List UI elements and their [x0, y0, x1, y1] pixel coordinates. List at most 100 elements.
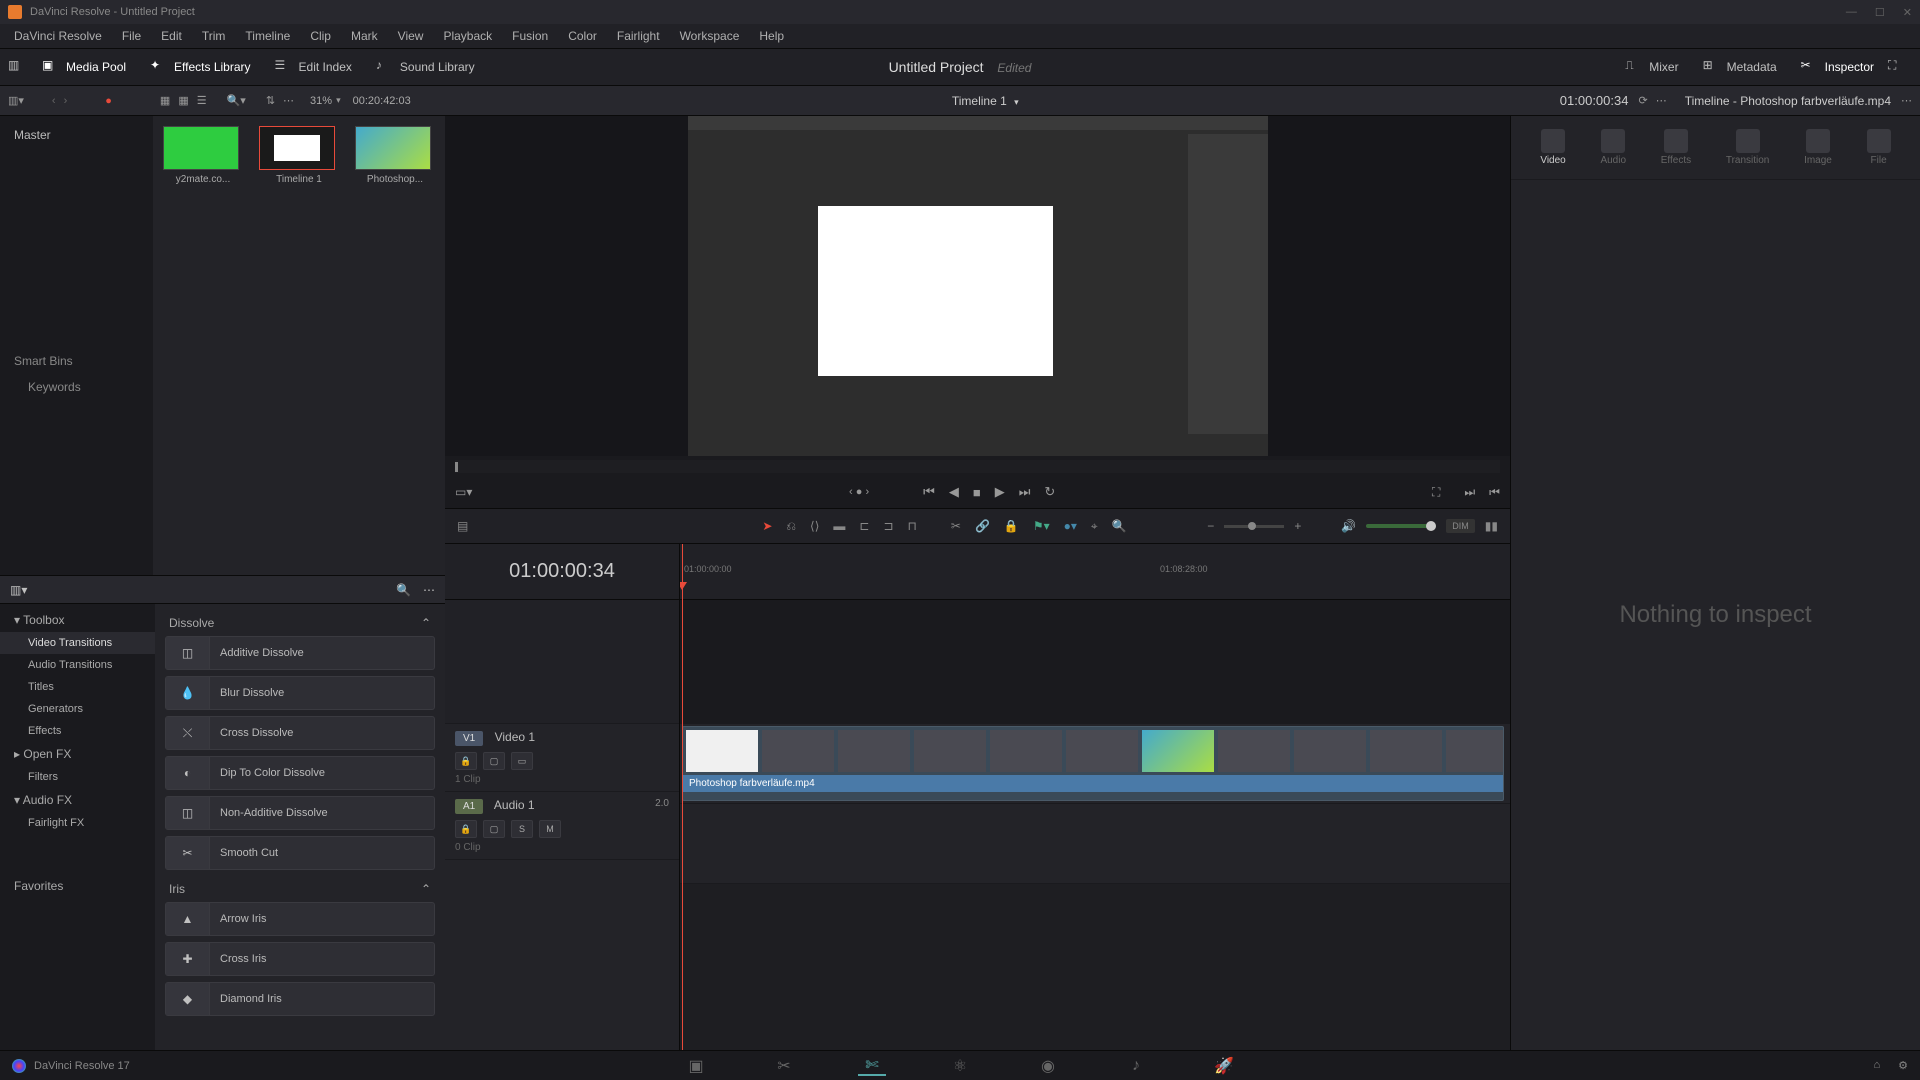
nav-fwd-icon[interactable]: › [64, 95, 68, 107]
fx-more-icon[interactable]: ⋯ [423, 583, 435, 597]
edit-index-button[interactable]: ☰ Edit Index [265, 54, 362, 80]
media-pool-button[interactable]: ▣ Media Pool [32, 54, 136, 80]
fx-item[interactable]: ⤬Cross Dissolve [165, 716, 435, 750]
viewer-scrubber[interactable] [455, 460, 1500, 473]
timeline-tracks[interactable]: 01:00:00:00 01:08:28:00 01:16:56:00 Phot… [680, 544, 1510, 1050]
lock-icon[interactable]: 🔒 [1004, 519, 1019, 533]
minimize-button[interactable]: — [1846, 6, 1857, 19]
snap-icon[interactable]: ⌖ [1091, 519, 1098, 534]
page-cut[interactable]: ✂ [770, 1056, 798, 1076]
dim-button[interactable]: DIM [1446, 519, 1475, 533]
home-button[interactable]: ⌂ [1873, 1059, 1880, 1072]
first-frame-button[interactable]: ⏮ [923, 484, 935, 500]
inspector-tab-video[interactable]: Video [1540, 129, 1565, 166]
bin-keywords[interactable]: Keywords [10, 374, 143, 400]
inspector-tab-audio[interactable]: Audio [1600, 129, 1626, 166]
playhead[interactable] [682, 544, 683, 1050]
next-edit-icon[interactable]: ⏭ [1464, 485, 1475, 500]
menu-workspace[interactable]: Workspace [670, 29, 750, 43]
fx-cat-audio-transitions[interactable]: Audio Transitions [0, 654, 155, 676]
smart-bins-header[interactable]: Smart Bins [10, 348, 143, 374]
menu-trim[interactable]: Trim [192, 29, 236, 43]
flag-icon[interactable]: ⚑▾ [1033, 519, 1050, 533]
timeline-name-dropdown[interactable]: Timeline 1 ▾ [952, 94, 1019, 108]
more-icon[interactable]: ⋯ [283, 94, 294, 107]
zoom-out-icon[interactable]: − [1207, 519, 1214, 533]
dynamic-trim-icon[interactable]: ⟨⟩ [810, 519, 819, 533]
fx-search-icon[interactable]: 🔍 [396, 583, 411, 597]
effects-library-button[interactable]: ✦ Effects Library [140, 54, 260, 80]
menu-fusion[interactable]: Fusion [502, 29, 558, 43]
fx-item[interactable]: 💧Blur Dissolve [165, 676, 435, 710]
lock-track-button[interactable]: 🔒 [455, 752, 477, 770]
solo-button[interactable]: S [511, 820, 533, 838]
timeline-ruler[interactable]: 01:00:00:00 01:08:28:00 01:16:56:00 [680, 544, 1510, 600]
mute-button[interactable]: M [539, 820, 561, 838]
menu-view[interactable]: View [388, 29, 434, 43]
disable-track-button[interactable]: ▭ [511, 752, 533, 770]
zoom-in-icon[interactable]: + [1294, 519, 1301, 533]
sort-icon[interactable]: ⇅ [266, 94, 275, 107]
meters-icon[interactable]: ▮▮ [1485, 519, 1498, 533]
sync-icon[interactable]: ⟳ [1638, 94, 1647, 107]
inspector-button[interactable]: ✂ Inspector [1791, 54, 1884, 80]
layout-icon[interactable]: ▥ [8, 58, 26, 76]
menu-timeline[interactable]: Timeline [235, 29, 300, 43]
page-color[interactable]: ◉ [1034, 1056, 1062, 1076]
sound-library-button[interactable]: ♪ Sound Library [366, 54, 485, 80]
fx-cat-effects[interactable]: Effects [0, 720, 155, 742]
insert-icon[interactable]: ⊏ [859, 519, 869, 533]
page-fusion[interactable]: ⚛ [946, 1056, 974, 1076]
fx-item[interactable]: ◫Additive Dissolve [165, 636, 435, 670]
grid-view-icon[interactable]: ▦ [178, 94, 188, 107]
next-frame-button[interactable]: ⏭ [1019, 484, 1031, 500]
fx-cat-video-transitions[interactable]: Video Transitions [0, 632, 155, 654]
page-deliver[interactable]: 🚀 [1210, 1056, 1238, 1076]
zoom-percent[interactable]: 31% [310, 95, 332, 107]
razor-icon[interactable]: ✂ [951, 519, 961, 533]
viewer-more-icon[interactable]: ⋯ [1656, 94, 1667, 107]
menu-davinci[interactable]: DaVinci Resolve [4, 29, 112, 43]
pool-view-icon[interactable]: ▥▾ [8, 94, 24, 107]
settings-button[interactable]: ⚙ [1898, 1059, 1908, 1072]
menu-edit[interactable]: Edit [151, 29, 192, 43]
stop-button[interactable]: ■ [973, 485, 981, 500]
trim-tool-icon[interactable]: ⎌ [786, 519, 796, 534]
fx-item[interactable]: ✚Cross Iris [165, 942, 435, 976]
fx-group-iris[interactable]: Iris⌃ [165, 876, 435, 902]
match-frame-icon[interactable]: ‹ ● › [849, 486, 869, 498]
prev-edit-icon[interactable]: ⏮ [1489, 485, 1500, 500]
lock-track-button[interactable]: 🔒 [455, 820, 477, 838]
metadata-button[interactable]: ⊞ Metadata [1693, 54, 1787, 80]
blade-tool-icon[interactable]: ▬ [833, 519, 845, 533]
link-icon[interactable]: 🔗 [975, 519, 990, 533]
clip-item[interactable]: Photoshop... [355, 126, 435, 185]
fx-cat-favorites[interactable]: Favorites [0, 874, 155, 898]
nav-back-icon[interactable]: ‹ [52, 95, 56, 107]
marker-icon[interactable]: ●▾ [1064, 519, 1077, 533]
menu-playback[interactable]: Playback [433, 29, 502, 43]
menu-mark[interactable]: Mark [341, 29, 388, 43]
zoom-slider[interactable] [1224, 525, 1284, 528]
fx-cat-toolbox[interactable]: ▾ Toolbox [0, 608, 155, 632]
video-track-header[interactable]: V1 Video 1 🔒 ▢ ▭ 1 Clip [445, 724, 679, 792]
fx-item[interactable]: ◆Diamond Iris [165, 982, 435, 1016]
fx-cat-audiofx[interactable]: ▾ Audio FX [0, 788, 155, 812]
page-media[interactable]: ▣ [682, 1056, 710, 1076]
clip-item[interactable]: y2mate.co... [163, 126, 243, 185]
auto-select-button[interactable]: ▢ [483, 820, 505, 838]
timeline-view-icon[interactable]: ▤ [457, 519, 468, 533]
loop-button[interactable]: ↻ [1044, 484, 1055, 500]
viewer-mode-icon[interactable]: ▭▾ [455, 485, 472, 499]
menu-help[interactable]: Help [749, 29, 794, 43]
menu-color[interactable]: Color [558, 29, 607, 43]
fx-cat-fairlightfx[interactable]: Fairlight FX [0, 812, 155, 834]
selection-tool-icon[interactable]: ➤ [762, 519, 772, 533]
mixer-button[interactable]: ⎍ Mixer [1615, 54, 1688, 80]
overwrite-icon[interactable]: ⊐ [883, 519, 893, 533]
menu-file[interactable]: File [112, 29, 151, 43]
thumb-view-icon[interactable]: ▦ [160, 94, 170, 107]
fx-item[interactable]: ◐Dip To Color Dissolve [165, 756, 435, 790]
video-clip[interactable]: Photoshop farbverläufe.mp4 [682, 726, 1504, 801]
audio-track-lane[interactable] [680, 804, 1510, 884]
